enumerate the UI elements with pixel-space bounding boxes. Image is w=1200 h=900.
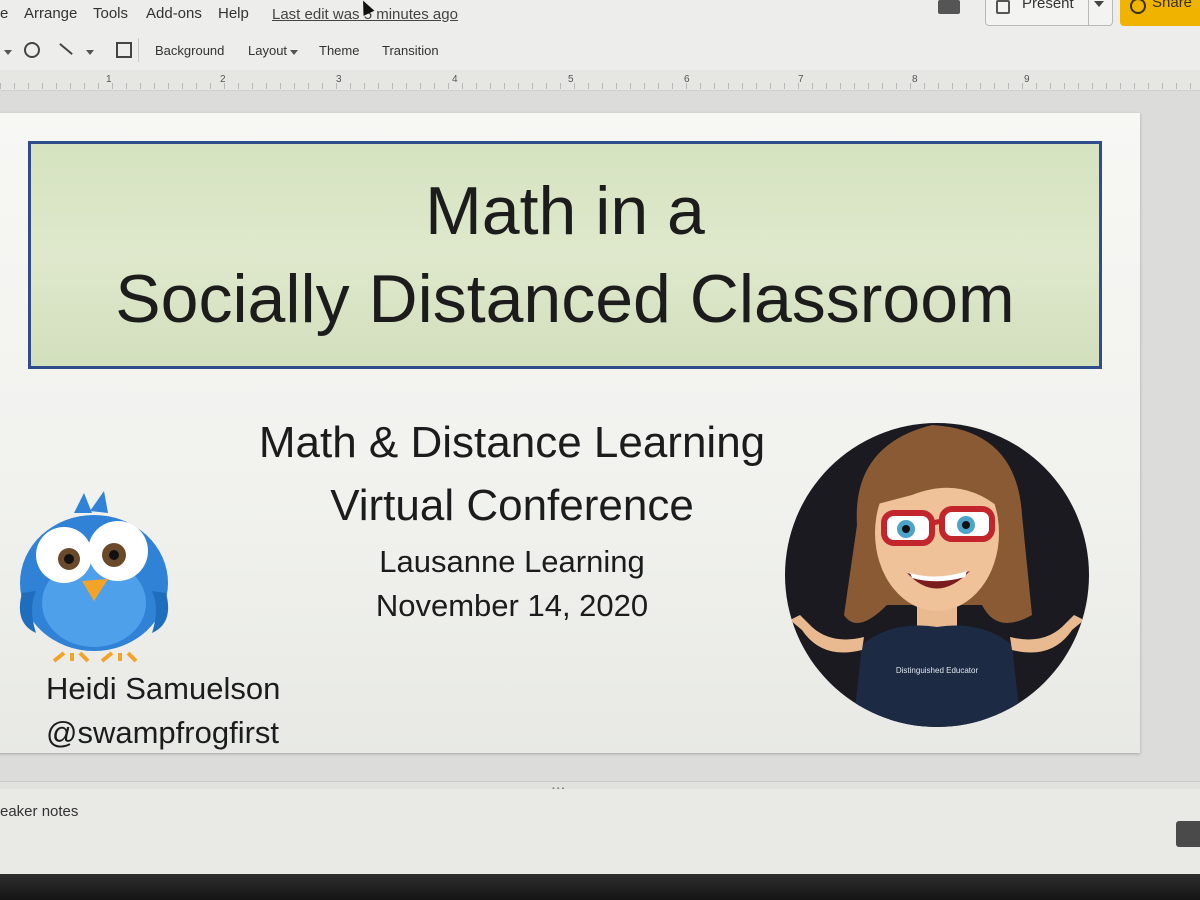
present-label: Present [1022,0,1074,12]
author-name: Heidi Samuelson [46,671,281,706]
ruler-number: 7 [798,74,804,85]
toolbar: Background Layout Theme Transition [0,30,1200,70]
slide-title-line2: Socially Distanced Classroom [115,261,1015,337]
avatar-image[interactable]: Distinguished Educator [782,405,1092,735]
ruler-number: 2 [220,74,226,85]
conference-name-line1: Math & Distance Learning [258,418,766,467]
conference-name-line2: Virtual Conference [330,481,694,530]
line-icon[interactable] [59,43,73,55]
layout-button[interactable]: Layout [248,43,287,58]
background-button[interactable]: Background [155,43,224,58]
ruler: 1 2 3 4 5 6 7 8 9 [0,70,1200,91]
menu-item-help[interactable]: Help [218,5,249,22]
chevron-down-icon[interactable] [1094,1,1104,7]
toolbar-divider [138,38,139,62]
ruler-number: 9 [1024,74,1030,85]
speaker-notes-placeholder: eaker notes [0,803,79,820]
menu-bar: e Arrange Tools Add-ons Help Last edit w… [0,0,1200,30]
present-button[interactable]: Present [985,0,1113,26]
slide-title-line1: Math in a [425,173,705,249]
menu-item-tools[interactable]: Tools [93,5,128,22]
ruler-number: 5 [568,74,574,85]
ruler-number: 1 [106,74,112,85]
share-icon [1130,0,1146,14]
bird-icon[interactable] [14,483,174,663]
ruler-number: 6 [684,74,690,85]
transition-button[interactable]: Transition [382,43,439,58]
chevron-down-icon[interactable] [4,50,12,55]
comment-icon[interactable] [938,0,960,14]
ruler-number: 8 [912,74,918,85]
present-icon [996,0,1010,14]
conference-date: November 14, 2020 [375,588,649,623]
author-handle: @swampfrogfirst [46,715,280,750]
ruler-ticks [0,83,1200,89]
author-block[interactable]: Heidi Samuelson @swampfrogfirst [46,667,280,755]
shape-icon[interactable] [24,42,40,58]
theme-button[interactable]: Theme [319,43,359,58]
explore-icon[interactable] [1176,821,1200,847]
avatar-shirt-text: Distinguished Educator [896,666,979,675]
chevron-down-icon[interactable] [290,50,298,55]
menu-item-arrange[interactable]: Arrange [24,5,77,22]
speaker-notes-panel[interactable]: eaker notes [0,789,1200,874]
present-divider [1088,0,1089,25]
chevron-down-icon[interactable] [86,50,94,55]
monitor-bezel [0,874,1200,900]
menu-item-addons[interactable]: Add-ons [146,5,202,22]
menu-item-view[interactable]: e [0,5,8,22]
add-comment-icon[interactable] [116,42,132,58]
organizer: Lausanne Learning [379,544,645,579]
share-label: Share [1152,0,1193,11]
ruler-number: 4 [452,74,458,85]
slide[interactable]: Math in a Socially Distanced Classroom M… [0,113,1140,753]
subtitle-block[interactable]: Math & Distance Learning Virtual Confere… [190,413,834,629]
slide-canvas: Math in a Socially Distanced Classroom M… [0,91,1200,781]
share-button[interactable]: Share [1120,0,1200,26]
ruler-number: 3 [336,74,342,85]
title-box[interactable]: Math in a Socially Distanced Classroom [28,141,1102,369]
